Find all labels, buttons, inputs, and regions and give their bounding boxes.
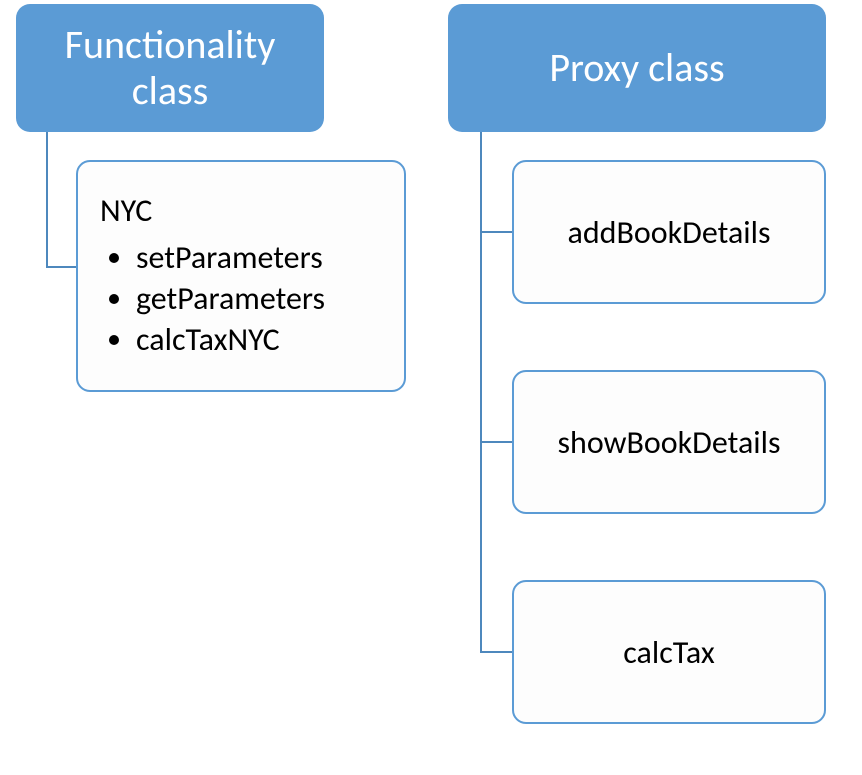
calc-tax-label: calcTax <box>623 633 714 672</box>
connector-line <box>480 231 512 233</box>
show-book-details-label: showBookDetails <box>558 423 781 462</box>
proxy-class-header: Proxy class <box>448 4 826 132</box>
nyc-bullet-item: calcTaxNYC <box>136 320 382 359</box>
connector-line <box>480 132 482 651</box>
connector-line <box>480 651 512 653</box>
functionality-class-header-label: Functionality class <box>26 22 314 114</box>
show-book-details-box: showBookDetails <box>512 370 826 514</box>
nyc-bullet-item: setParameters <box>136 238 382 277</box>
connector-line <box>46 132 48 268</box>
nyc-title: NYC <box>100 191 382 230</box>
add-book-details-box: addBookDetails <box>512 160 826 304</box>
calc-tax-box: calcTax <box>512 580 826 724</box>
connector-line <box>480 441 512 443</box>
proxy-class-header-label: Proxy class <box>549 45 724 91</box>
nyc-bullet-list: setParameters getParameters calcTaxNYC <box>100 236 382 361</box>
add-book-details-label: addBookDetails <box>568 213 771 252</box>
nyc-bullet-item: getParameters <box>136 279 382 318</box>
connector-line <box>46 266 76 268</box>
functionality-class-header: Functionality class <box>16 4 324 132</box>
nyc-box: NYC setParameters getParameters calcTaxN… <box>76 160 406 392</box>
